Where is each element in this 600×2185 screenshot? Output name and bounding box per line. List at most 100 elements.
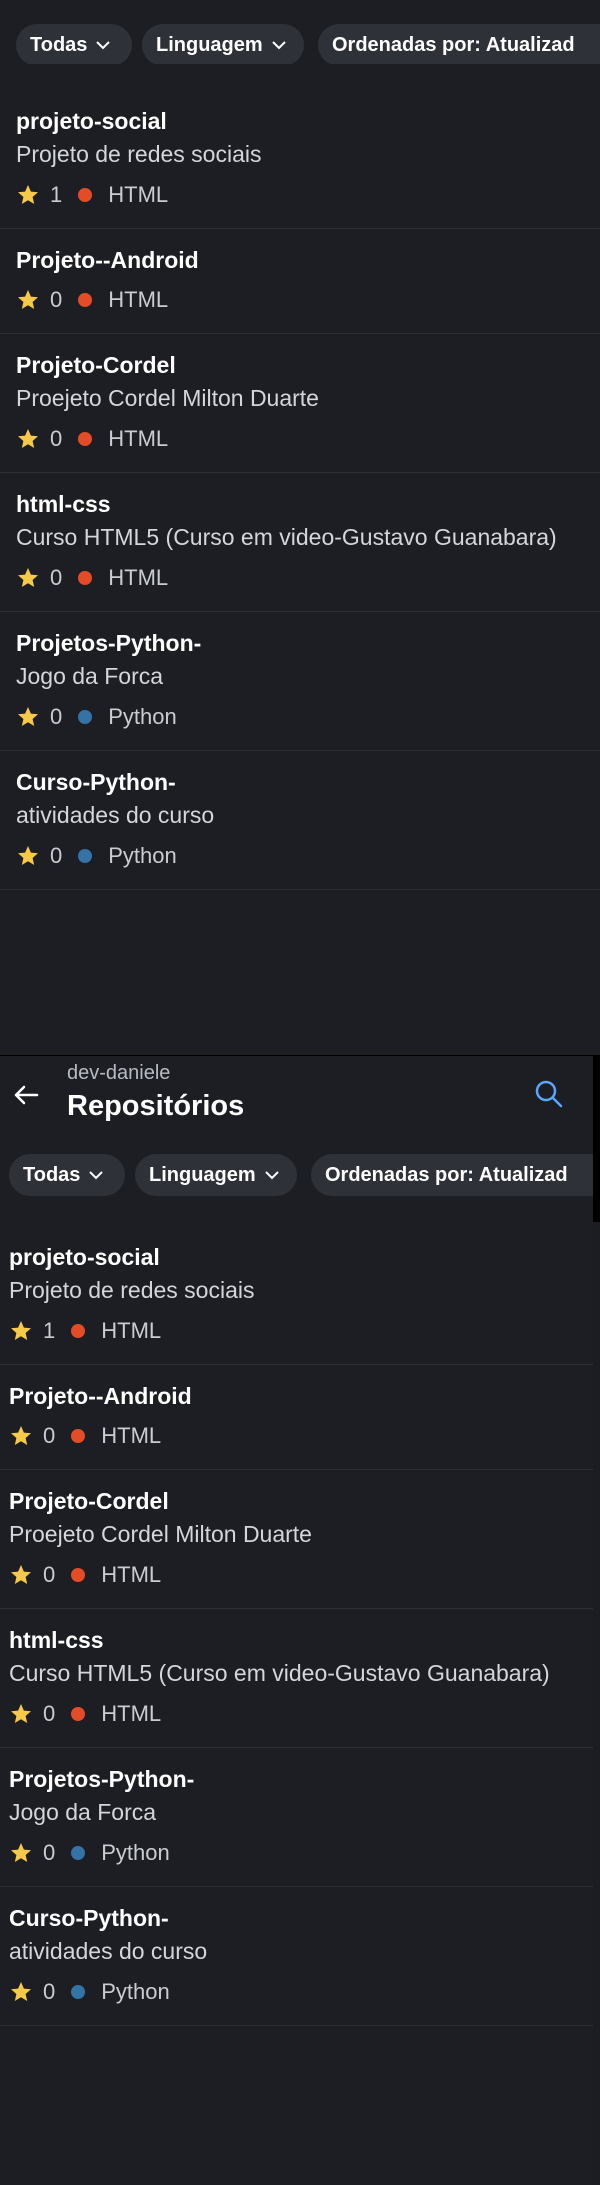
star-count: 0: [50, 426, 63, 451]
star-icon: [18, 429, 38, 448]
chevron-down-icon: [96, 41, 111, 50]
repo-meta: 0 Python: [9, 1977, 577, 2007]
repo-language: HTML: [101, 1423, 162, 1448]
repo-meta: 0 HTML: [16, 563, 584, 593]
repo-description: atividades do curso: [16, 802, 215, 828]
repositories-screen: dev-daniele Repositórios Todas Linguagem…: [0, 1056, 593, 2185]
star-icon: [11, 1565, 31, 1584]
repo-list-item[interactable]: Curso-Python-atividades do curso 0 Python: [0, 751, 600, 890]
language-color-dot: [71, 1846, 86, 1860]
repo-description: atividades do curso: [9, 1938, 208, 1964]
star-count: 0: [43, 1701, 56, 1726]
repo-list-item[interactable]: Projeto--Android 0 HTML: [0, 229, 600, 334]
star-icon: [11, 1982, 31, 2001]
repo-language: HTML: [108, 182, 169, 207]
repo-list-item[interactable]: projeto-social Projeto de redes sociais 1 H…: [0, 1226, 593, 1365]
owner-name: dev-daniele: [67, 1062, 171, 1084]
repo-meta: 1 HTML: [9, 1316, 577, 1346]
language-color-dot: [78, 293, 93, 307]
repo-name: Projeto--Android: [9, 1383, 192, 1409]
repo-name: Projetos-Python-: [16, 630, 202, 656]
repo-name: Projetos-Python-: [9, 1766, 195, 1792]
repo-description: Curso HTML5 (Curso em video-Gustavo Guan…: [16, 524, 557, 550]
filter-sort-chip[interactable]: Ordenadas por: Atualizad: [318, 24, 600, 64]
repositories-screen-scrolled: Todas Linguagem Ordenadas por: Atualizad…: [0, 0, 600, 1056]
star-count: 0: [50, 704, 63, 729]
star-count: 0: [43, 1840, 56, 1865]
repo-list-item[interactable]: Curso-Python-atividades do curso 0 Python: [0, 1887, 593, 2026]
repo-language: HTML: [108, 426, 169, 451]
repo-language: Python: [108, 704, 177, 729]
filter-language-label: Linguagem: [149, 1164, 256, 1186]
repo-meta: 0 HTML: [16, 285, 584, 315]
repo-list-item[interactable]: projeto-social Projeto de redes sociais 1 H…: [0, 90, 600, 229]
filter-language-chip[interactable]: Linguagem: [135, 1154, 297, 1196]
repo-name: Projeto-Cordel: [16, 352, 176, 378]
language-color-dot: [78, 571, 93, 585]
language-color-dot: [78, 849, 93, 863]
star-icon: [11, 1843, 31, 1862]
repo-list-item[interactable]: html-css Curso HTML5 (Curso em video-Gust…: [0, 473, 600, 612]
language-color-dot: [78, 710, 93, 724]
language-color-dot: [71, 1985, 86, 1999]
repo-name: Projeto--Android: [16, 247, 199, 273]
star-icon: [18, 568, 38, 587]
repo-description: Curso HTML5 (Curso em video-Gustavo Guan…: [9, 1660, 550, 1686]
language-color-dot: [71, 1568, 86, 1582]
chevron-down-icon: [271, 41, 286, 50]
language-color-dot: [71, 1429, 86, 1443]
chevron-down-icon: [264, 1171, 279, 1180]
filter-sort-label: Ordenadas por: Atualizad: [332, 34, 575, 56]
repo-description: Proejeto Cordel Milton Duarte: [16, 385, 319, 411]
repo-name: Curso-Python-: [16, 769, 176, 795]
repo-language: HTML: [101, 1562, 162, 1587]
star-icon: [11, 1426, 31, 1445]
language-color-dot: [71, 1324, 86, 1338]
back-arrow-icon[interactable]: [11, 1080, 41, 1110]
repo-language: HTML: [101, 1318, 162, 1343]
language-color-dot: [78, 188, 93, 202]
repo-list-item[interactable]: Projetos-Python- Jogo da Forca 0 Python: [0, 612, 600, 751]
star-count: 0: [43, 1979, 56, 2004]
star-count: 0: [43, 1562, 56, 1587]
filter-sort-chip[interactable]: Ordenadas por: Atualizad: [311, 1154, 593, 1196]
search-icon[interactable]: [533, 1078, 565, 1110]
repo-description: Projeto de redes sociais: [16, 141, 262, 167]
repo-list-item[interactable]: Projeto--Android 0 HTML: [0, 1365, 593, 1470]
repo-name: projeto-social: [9, 1244, 160, 1270]
star-count: 1: [50, 182, 63, 207]
repo-meta: 0 HTML: [9, 1699, 577, 1729]
filter-all-label: Todas: [30, 34, 88, 56]
star-count: 0: [50, 287, 63, 312]
repo-list-item[interactable]: html-css Curso HTML5 (Curso em video-Gust…: [0, 1609, 593, 1748]
repo-language: HTML: [108, 287, 169, 312]
repo-meta: 0 HTML: [9, 1560, 577, 1590]
repo-name: projeto-social: [16, 108, 167, 134]
repo-list-item[interactable]: Projeto-Cordel Proejeto Cordel Milton Dua…: [0, 334, 600, 473]
page-title: Repositórios: [67, 1090, 245, 1122]
repo-description: Jogo da Forca: [16, 663, 164, 689]
language-color-dot: [78, 432, 93, 446]
repo-meta: 1 HTML: [16, 180, 584, 210]
repo-meta: 0 HTML: [16, 424, 584, 454]
repo-language: HTML: [101, 1701, 162, 1726]
repo-meta: 0 HTML: [9, 1421, 577, 1451]
repo-list-item[interactable]: Projeto-Cordel Proejeto Cordel Milton Dua…: [0, 1470, 593, 1609]
filter-sort-label: Ordenadas por: Atualizad: [325, 1164, 568, 1186]
chevron-down-icon: [89, 1171, 104, 1180]
repo-language: HTML: [108, 565, 169, 590]
repo-list: projeto-social Projeto de redes sociais 1 H…: [0, 1226, 593, 2026]
filter-all-chip[interactable]: Todas: [16, 24, 132, 64]
star-icon: [18, 290, 38, 309]
repo-name: Curso-Python-: [9, 1905, 169, 1931]
star-icon: [18, 846, 38, 865]
filter-all-chip[interactable]: Todas: [9, 1154, 125, 1196]
repo-meta: 0 Python: [16, 702, 584, 732]
repo-list-item[interactable]: Projetos-Python- Jogo da Forca 0 Python: [0, 1748, 593, 1887]
repo-meta: 0 Python: [16, 841, 584, 871]
star-icon: [18, 707, 38, 726]
filter-language-chip[interactable]: Linguagem: [142, 24, 304, 64]
app-bar: dev-daniele Repositórios: [0, 1056, 593, 1156]
repo-description: Jogo da Forca: [9, 1799, 157, 1825]
star-count: 0: [43, 1423, 56, 1448]
